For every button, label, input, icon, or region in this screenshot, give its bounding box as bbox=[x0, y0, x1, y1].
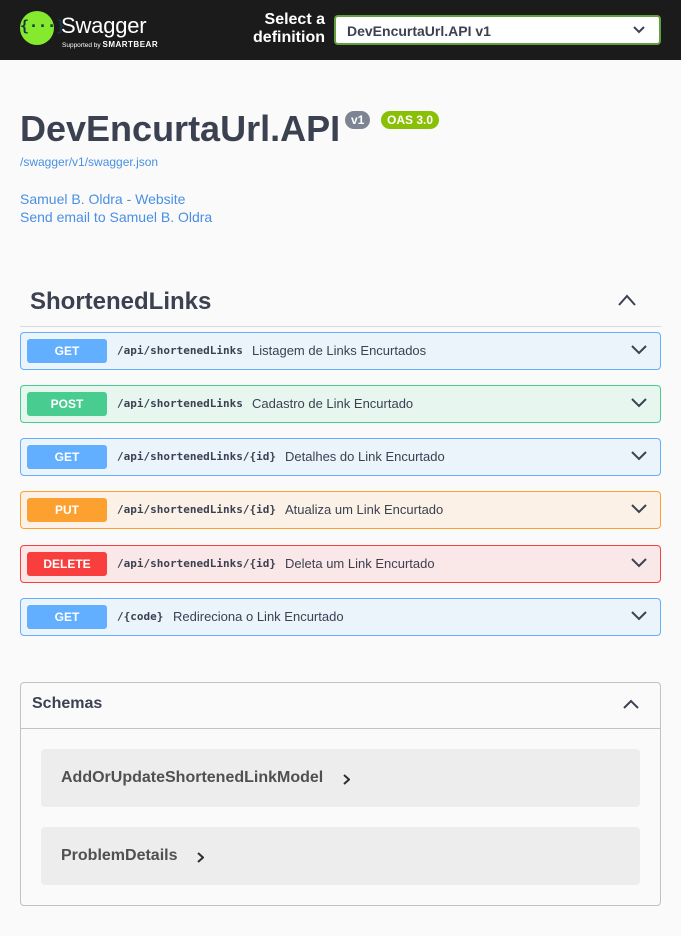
schema-model[interactable]: ProblemDetails bbox=[41, 827, 640, 885]
method-badge: DELETE bbox=[27, 552, 107, 576]
logo-braces-glyph: {···} bbox=[20, 17, 66, 35]
operation-path: /api/shortenedLinks/{id} bbox=[117, 450, 276, 463]
method-badge: PUT bbox=[27, 498, 107, 522]
tag-header-shortenedlinks[interactable]: ShortenedLinks bbox=[20, 278, 661, 327]
logo-sub-prefix: Supported by bbox=[62, 42, 101, 49]
operation-row[interactable]: GET /api/shortenedLinks Listagem de Link… bbox=[20, 332, 661, 370]
method-badge: POST bbox=[27, 392, 107, 416]
chevron-down-icon[interactable] bbox=[631, 398, 647, 408]
definition-select-value: DevEncurtaUrl.API v1 bbox=[347, 23, 491, 39]
method-badge: GET bbox=[27, 445, 107, 469]
chevron-down-icon bbox=[633, 26, 645, 34]
chevron-down-icon[interactable] bbox=[631, 611, 647, 621]
operation-path: /api/shortenedLinks bbox=[117, 397, 243, 410]
operation-summary: Listagem de Links Encurtados bbox=[252, 343, 427, 358]
schemas-title: Schemas bbox=[32, 695, 103, 712]
schemas-header[interactable]: Schemas bbox=[21, 683, 660, 729]
schema-model[interactable]: AddOrUpdateShortenedLinkModel bbox=[41, 749, 640, 807]
schemas-section: Schemas AddOrUpdateShortenedLinkModel Pr… bbox=[20, 682, 661, 906]
logo-subtitle: Supported by SMARTBEAR bbox=[62, 40, 158, 49]
operation-row[interactable]: POST /api/shortenedLinks Cadastro de Lin… bbox=[20, 385, 661, 423]
definition-select[interactable]: DevEncurtaUrl.API v1 bbox=[334, 15, 661, 45]
contact-website-link[interactable]: Samuel B. Oldra - Website bbox=[20, 191, 185, 207]
operation-path: /{code} bbox=[117, 610, 164, 623]
schema-model-name: AddOrUpdateShortenedLinkModel bbox=[61, 769, 324, 786]
operation-summary: Redireciona o Link Encurtado bbox=[173, 609, 344, 624]
schema-model-name: ProblemDetails bbox=[61, 847, 178, 864]
operation-summary: Detalhes do Link Encurtado bbox=[285, 449, 445, 464]
topbar: {···} Swagger Supported by SMARTBEAR Sel… bbox=[0, 0, 681, 60]
chevron-down-icon[interactable] bbox=[631, 558, 647, 568]
operation-path: /api/shortenedLinks/{id} bbox=[117, 557, 276, 570]
operation-row[interactable]: GET /api/shortenedLinks/{id} Detalhes do… bbox=[20, 438, 661, 476]
chevron-right-icon bbox=[197, 852, 204, 863]
tag-name: ShortenedLinks bbox=[30, 288, 212, 315]
version-badge: v1 bbox=[345, 111, 371, 129]
chevron-down-icon[interactable] bbox=[631, 504, 647, 514]
chevron-up-icon[interactable] bbox=[623, 699, 639, 709]
operation-row[interactable]: PUT /api/shortenedLinks/{id} Atualiza um… bbox=[20, 491, 661, 529]
operation-row[interactable]: GET /{code} Redireciona o Link Encurtado bbox=[20, 598, 661, 636]
operation-path: /api/shortenedLinks/{id} bbox=[117, 503, 276, 516]
operation-summary: Deleta um Link Encurtado bbox=[285, 556, 435, 571]
select-label-line1: Select a bbox=[264, 11, 325, 28]
chevron-right-icon bbox=[343, 774, 350, 785]
api-title: DevEncurtaUrl.API bbox=[20, 108, 341, 149]
swagger-logo[interactable]: {···} Swagger Supported by SMARTBEAR bbox=[20, 11, 170, 51]
logo-text: Swagger bbox=[61, 13, 147, 38]
method-badge: GET bbox=[27, 605, 107, 629]
operation-summary: Atualiza um Link Encurtado bbox=[285, 502, 444, 517]
spec-url-link[interactable]: /swagger/v1/swagger.json bbox=[20, 155, 158, 169]
logo-sub-brand: SMARTBEAR bbox=[102, 40, 159, 49]
chevron-down-icon[interactable] bbox=[631, 345, 647, 355]
chevron-up-icon[interactable] bbox=[618, 294, 636, 306]
operation-summary: Cadastro de Link Encurtado bbox=[252, 396, 414, 411]
oas-badge: OAS 3.0 bbox=[381, 111, 440, 129]
definition-select-label: Select a definition bbox=[242, 11, 325, 47]
contact-email-link[interactable]: Send email to Samuel B. Oldra bbox=[20, 209, 212, 225]
operation-row[interactable]: DELETE /api/shortenedLinks/{id} Deleta u… bbox=[20, 545, 661, 583]
select-label-line2: definition bbox=[253, 29, 325, 46]
method-badge: GET bbox=[27, 339, 107, 363]
operation-path: /api/shortenedLinks bbox=[117, 344, 243, 357]
chevron-down-icon[interactable] bbox=[631, 451, 647, 461]
